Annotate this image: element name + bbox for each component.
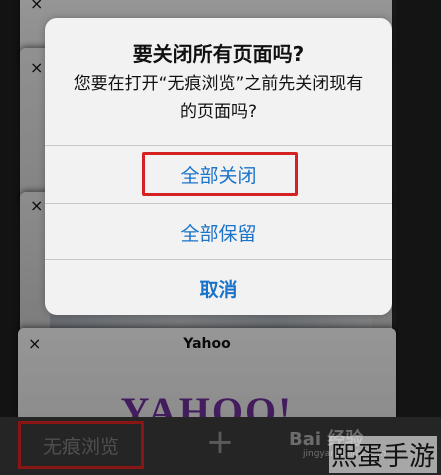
corner-watermark: 熙蛋手游: [328, 436, 437, 473]
alert-title: 要关闭所有页面吗?: [132, 42, 305, 66]
cancel-button[interactable]: 取消: [45, 260, 392, 315]
tab-switcher: × × × × Yahoo YAHOO! 无痕浏览 + Bai 经验 jingy…: [0, 0, 441, 475]
close-tabs-alert: 要关闭所有页面吗? 您要在打开“无痕浏览”之前先关闭现有的页面吗? 全部关闭 全…: [45, 18, 392, 315]
keep-all-button[interactable]: 全部保留: [45, 204, 392, 260]
highlight-box: [142, 152, 298, 196]
alert-message: 您要在打开“无痕浏览”之前先关闭现有的页面吗?: [73, 74, 364, 122]
